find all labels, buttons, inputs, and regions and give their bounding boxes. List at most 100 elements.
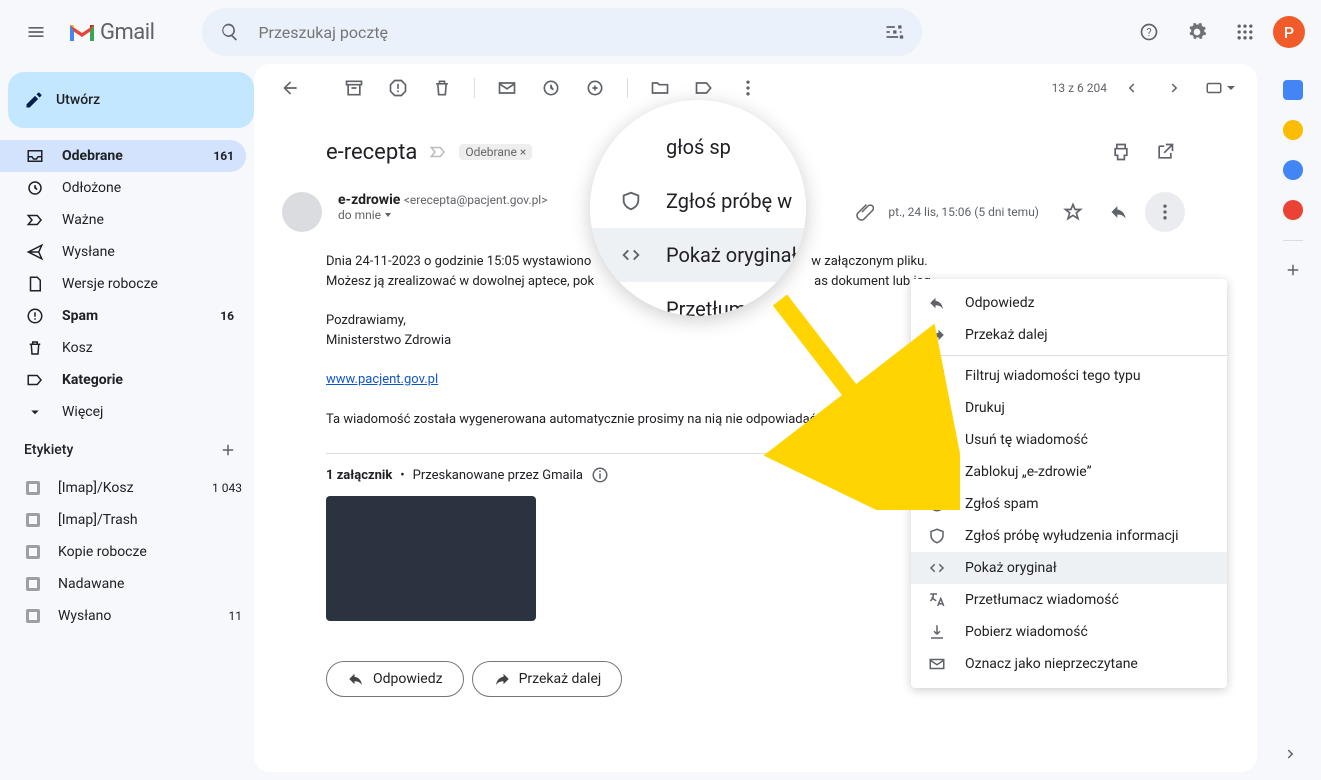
search-button[interactable]	[210, 12, 250, 52]
nav-wysłane[interactable]: Wysłane	[0, 236, 246, 268]
filter-icon	[928, 367, 946, 385]
attachment-tile[interactable]	[326, 496, 536, 621]
menu-item-reply[interactable]: Odpowiedz	[911, 287, 1227, 319]
menu-item-report[interactable]: Zgłoś spam	[911, 488, 1227, 520]
mail-icon	[928, 655, 946, 673]
code-icon	[620, 244, 642, 266]
star-icon	[1063, 202, 1083, 222]
calendar-app-icon[interactable]	[1283, 80, 1303, 100]
collapse-panel-button[interactable]	[1271, 734, 1311, 774]
input-method-button[interactable]	[1199, 68, 1241, 108]
arrow-left-icon	[280, 78, 300, 98]
menu-button[interactable]	[16, 12, 56, 52]
archive-button[interactable]	[334, 68, 374, 108]
star-button[interactable]	[1053, 192, 1093, 232]
menu-item-forward[interactable]: Przekaż dalej	[911, 319, 1227, 351]
chevron-left-icon	[1122, 79, 1140, 97]
gmail-logo[interactable]: Gmail	[68, 20, 154, 45]
prev-button[interactable]	[1111, 68, 1151, 108]
email-more-button[interactable]	[1145, 192, 1185, 232]
forward-icon	[928, 326, 946, 344]
message-counter: 13 z 6 204	[1052, 81, 1107, 95]
info-icon[interactable]	[591, 466, 609, 484]
send-icon	[26, 243, 44, 261]
snooze-button[interactable]	[531, 68, 571, 108]
mark-unread-button[interactable]	[487, 68, 527, 108]
menu-item-code[interactable]: Pokaż oryginał	[911, 552, 1227, 584]
print-button[interactable]	[1101, 132, 1141, 172]
body-link[interactable]: www.pacjent.gov.pl	[326, 372, 438, 387]
nav-odłożone[interactable]: Odłożone	[0, 172, 246, 204]
block-icon	[928, 463, 946, 481]
important-marker-icon[interactable]	[429, 143, 447, 161]
email-date: pt., 24 lis, 15:06 (5 dni temu)	[888, 205, 1039, 219]
shield-icon	[620, 190, 642, 212]
account-avatar[interactable]: P	[1273, 16, 1305, 48]
reply-icon	[1109, 202, 1129, 222]
attachment-icon[interactable]	[856, 203, 874, 221]
menu-item-mail[interactable]: Oznacz jako nieprzeczytane	[911, 648, 1227, 680]
menu-item-block[interactable]: Zablokuj „e-zdrowie”	[911, 456, 1227, 488]
report-spam-button[interactable]	[378, 68, 418, 108]
clock-icon	[26, 179, 44, 197]
support-button[interactable]: ?	[1129, 12, 1169, 52]
delete-button[interactable]	[422, 68, 462, 108]
search-box[interactable]	[202, 8, 922, 56]
label-item[interactable]: Wysłano11	[0, 600, 254, 632]
chevron-right-icon	[1282, 745, 1300, 763]
menu-item-trash[interactable]: Usuń tę wiadomość	[911, 424, 1227, 456]
nav-odebrane[interactable]: Odebrane161	[0, 140, 246, 172]
clock-icon	[541, 78, 561, 98]
mail-icon	[497, 78, 517, 98]
reply-button[interactable]	[1099, 192, 1139, 232]
nav-wersje robocze[interactable]: Wersje robocze	[0, 268, 246, 300]
apps-button[interactable]	[1225, 12, 1265, 52]
magnified-item: Pokaż oryginał	[590, 228, 806, 282]
label-item[interactable]: Kopie robocze	[0, 536, 254, 568]
settings-button[interactable]	[1177, 12, 1217, 52]
back-button[interactable]	[270, 68, 310, 108]
search-input[interactable]	[258, 23, 866, 42]
nav-kosz[interactable]: Kosz	[0, 332, 246, 364]
add-label-button[interactable]	[214, 436, 242, 464]
add-task-button[interactable]	[575, 68, 615, 108]
tasks-app-icon[interactable]	[1283, 160, 1303, 180]
report-icon	[388, 78, 408, 98]
contacts-app-icon[interactable]	[1283, 200, 1303, 220]
label-item[interactable]: [Imap]/Trash	[0, 504, 254, 536]
nav-spam[interactable]: Spam16	[0, 300, 246, 332]
keep-app-icon[interactable]	[1283, 120, 1303, 140]
menu-item-shield[interactable]: Zgłoś próbę wyłudzenia informacji	[911, 520, 1227, 552]
open-new-button[interactable]	[1145, 132, 1185, 172]
forward-pill-button[interactable]: Przekaż dalej	[472, 661, 623, 697]
label-color-icon	[26, 513, 40, 527]
search-filters-button[interactable]	[874, 12, 914, 52]
nav-ważne[interactable]: Ważne	[0, 204, 246, 236]
forward-icon	[493, 670, 511, 688]
label-item[interactable]: Nadawane	[0, 568, 254, 600]
label-color-icon	[26, 481, 40, 495]
open-external-icon	[1155, 142, 1175, 162]
compose-button[interactable]: Utwórz	[8, 72, 254, 128]
trash-icon	[26, 339, 44, 357]
gear-icon	[1187, 22, 1207, 42]
add-addon-icon[interactable]	[1284, 261, 1302, 279]
subject: e-recepta	[326, 140, 417, 165]
menu-item-filter[interactable]: Filtruj wiadomości tego typu	[911, 360, 1227, 392]
label-icon	[694, 78, 714, 98]
nav-więcej[interactable]: Więcej	[0, 396, 246, 428]
menu-item-download[interactable]: Pobierz wiadomość	[911, 616, 1227, 648]
label-item[interactable]: [Imap]/Kosz1 043	[0, 472, 254, 504]
more-button[interactable]	[728, 68, 768, 108]
next-button[interactable]	[1155, 68, 1195, 108]
menu-item-translate[interactable]: Przetłumacz wiadomość	[911, 584, 1227, 616]
inbox-chip[interactable]: Odebrane ×	[459, 144, 532, 160]
trash-icon	[432, 78, 452, 98]
code-icon	[928, 559, 946, 577]
context-menu: OdpowiedzPrzekaż dalej Filtruj wiadomości…	[911, 279, 1227, 688]
tune-icon	[884, 22, 904, 42]
nav-kategorie[interactable]: Kategorie	[0, 364, 246, 396]
expand-recipients-icon[interactable]	[385, 213, 391, 217]
menu-item-print[interactable]: Drukuj	[911, 392, 1227, 424]
reply-pill-button[interactable]: Odpowiedz	[326, 661, 464, 697]
